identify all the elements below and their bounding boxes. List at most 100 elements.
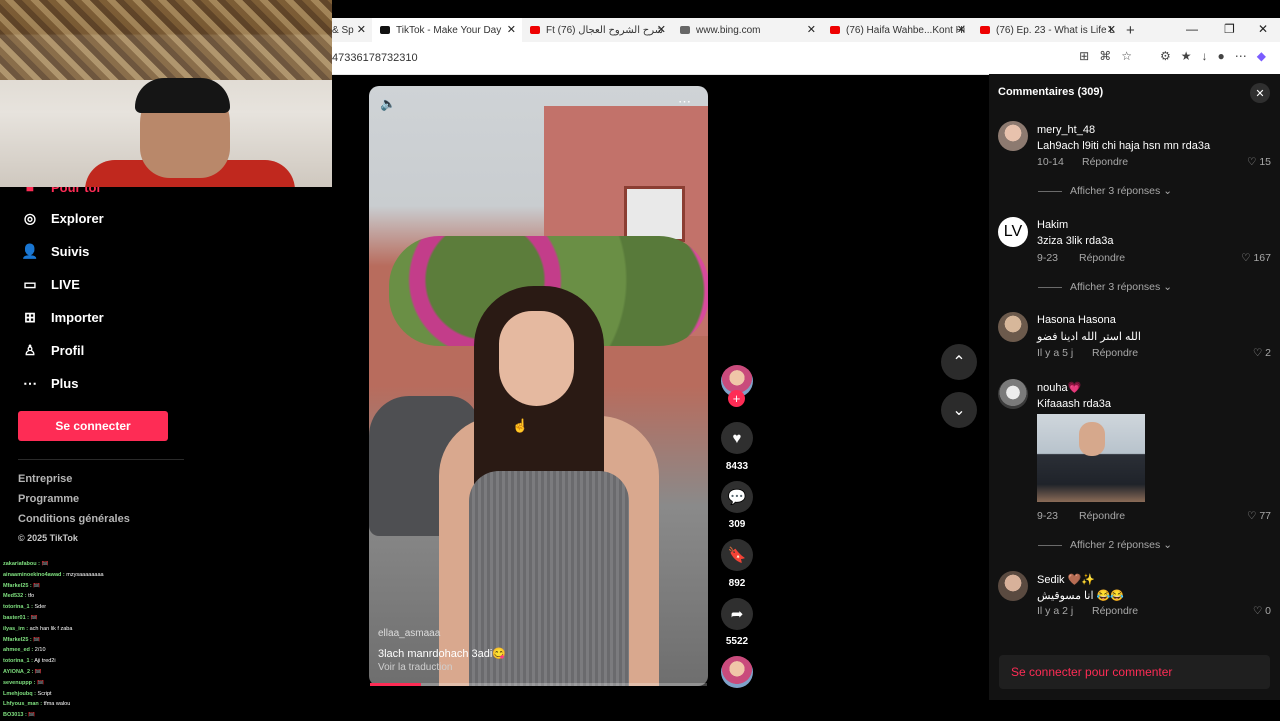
translate-link[interactable]: Voir la traduction bbox=[378, 662, 453, 673]
video-progress-bar[interactable] bbox=[370, 683, 707, 686]
volume-muted-icon[interactable]: 🔈 bbox=[380, 96, 396, 112]
like-count: 8433 bbox=[725, 461, 749, 472]
close-icon[interactable]: ✕ bbox=[1250, 83, 1270, 103]
tab-youtube-1-label: Ft شرح الشروح العجال (76) bbox=[546, 24, 664, 36]
video-window bbox=[624, 186, 685, 242]
more-menu-icon[interactable]: ⋯ bbox=[1235, 49, 1247, 63]
close-icon[interactable]: ✕ bbox=[357, 23, 366, 36]
sidebar-divider bbox=[18, 459, 184, 460]
heart-outline-icon: ♡ bbox=[1252, 347, 1263, 359]
comment-like[interactable]: ♡ 0 bbox=[1253, 605, 1271, 617]
comment-like-count: 2 bbox=[1265, 347, 1271, 359]
footer-link-program[interactable]: Programme bbox=[18, 493, 79, 505]
nav-live[interactable]: ▭ LIVE bbox=[22, 276, 80, 292]
comment-image[interactable] bbox=[1037, 414, 1145, 502]
tab-youtube-2-label: (76) Haifa Wahbe...Kont Hi bbox=[846, 24, 966, 36]
comment-avatar[interactable] bbox=[998, 571, 1028, 601]
comment-username[interactable]: mery_ht_48 bbox=[1037, 124, 1095, 136]
comment-avatar[interactable] bbox=[998, 312, 1028, 342]
next-video-chevron-down-icon[interactable]: ⌄ bbox=[941, 392, 977, 428]
show-replies-button[interactable]: Afficher 2 réponses ⌄ bbox=[1038, 539, 1172, 551]
nav-profile[interactable]: ♙ Profil bbox=[22, 342, 85, 358]
reply-link[interactable]: Répondre bbox=[1079, 252, 1125, 264]
app-grid-icon[interactable]: ⊞ bbox=[1079, 49, 1089, 63]
page-icon bbox=[680, 26, 690, 34]
tab-tiktok[interactable]: TikTok - Make Your Day ✕ bbox=[372, 18, 522, 42]
comment-avatar[interactable] bbox=[998, 379, 1028, 409]
heart-outline-icon: ♡ bbox=[1246, 156, 1257, 168]
tiktok-sidebar: ■ Pour toi ◎ Explorer 👤 Suivis ▭ LIVE ⊞ … bbox=[0, 179, 332, 721]
stream-chat-overlay: zakariafabou : 🥅 ainaaminoekino4awad : m… bbox=[3, 559, 183, 721]
close-icon[interactable]: ✕ bbox=[657, 23, 666, 36]
comment-username[interactable]: Sedik 🤎✨ bbox=[1037, 573, 1095, 586]
copilot-icon[interactable]: ◆ bbox=[1257, 49, 1266, 63]
nav-more[interactable]: ⋯ Plus bbox=[22, 375, 78, 391]
close-icon[interactable]: ✕ bbox=[807, 23, 816, 36]
translate-icon[interactable]: ⌘ bbox=[1099, 49, 1111, 63]
tab-bing[interactable]: www.bing.com ✕ bbox=[672, 18, 822, 42]
chevron-down-icon: ⌄ bbox=[1163, 539, 1173, 551]
nav-upload[interactable]: ⊞ Importer bbox=[22, 309, 104, 325]
video-player[interactable] bbox=[369, 86, 708, 686]
reply-link[interactable]: Répondre bbox=[1092, 347, 1138, 359]
nav-following[interactable]: 👤 Suivis bbox=[21, 243, 89, 259]
tab-youtube-1[interactable]: Ft شرح الشروح العجال (76) ✕ bbox=[522, 18, 672, 42]
reply-link[interactable]: Répondre bbox=[1079, 510, 1125, 522]
comment-bubble-icon[interactable]: 💬 bbox=[721, 481, 753, 513]
comment-date: Il y a 2 j bbox=[1037, 605, 1074, 617]
tab-youtube-2[interactable]: (76) Haifa Wahbe...Kont Hi ✕ bbox=[822, 18, 972, 42]
comment-text: انا مسوقيش 😂😂 bbox=[1037, 590, 1124, 602]
comment-like[interactable]: ♡ 2 bbox=[1253, 347, 1271, 359]
show-replies-button[interactable]: Afficher 3 réponses ⌄ bbox=[1038, 281, 1172, 293]
minimize-icon[interactable]: — bbox=[1186, 22, 1198, 36]
chat-line: Mfarkel25 : 🥅 bbox=[3, 636, 41, 643]
comment-username[interactable]: nouha💗 bbox=[1037, 381, 1081, 394]
previous-video-chevron-up-icon[interactable]: ⌃ bbox=[941, 344, 977, 380]
footer-link-company[interactable]: Entreprise bbox=[18, 473, 72, 485]
follow-plus-icon[interactable]: + bbox=[728, 390, 745, 407]
like-heart-icon[interactable]: ♥ bbox=[721, 422, 753, 454]
comment-avatar[interactable] bbox=[998, 121, 1028, 151]
extension-icon[interactable]: ⚙ bbox=[1160, 49, 1171, 63]
comment-avatar[interactable]: LV bbox=[998, 217, 1028, 247]
chat-line: baster01 : 🥅 bbox=[3, 614, 38, 621]
share-arrow-icon[interactable]: ➦ bbox=[721, 598, 753, 630]
reply-link[interactable]: Répondre bbox=[1082, 156, 1128, 168]
window-close-icon[interactable]: ✕ bbox=[1258, 22, 1268, 36]
close-icon[interactable]: ✕ bbox=[957, 23, 966, 36]
nav-live-label: LIVE bbox=[51, 276, 80, 292]
heart-outline-icon: ♡ bbox=[1241, 252, 1251, 264]
profile-avatar-icon[interactable]: ● bbox=[1218, 49, 1225, 63]
music-disc-avatar[interactable] bbox=[721, 656, 753, 688]
footer-link-terms[interactable]: Conditions générales bbox=[18, 513, 130, 525]
chat-line: ilyas_im : ach han lik f zaba bbox=[3, 625, 73, 632]
comment-like[interactable]: ♡ 15 bbox=[1247, 156, 1271, 168]
chat-line: totorina_1 : Sder bbox=[3, 604, 47, 611]
tab-youtube-3-label: (76) Ep. 23 - What is Life L bbox=[996, 24, 1115, 36]
reply-link[interactable]: Répondre bbox=[1092, 605, 1138, 617]
video-username[interactable]: ellaa_asmaaa bbox=[378, 628, 440, 639]
close-icon[interactable]: ✕ bbox=[507, 23, 516, 36]
show-replies-button[interactable]: Afficher 3 réponses ⌄ bbox=[1038, 185, 1172, 197]
comment-like[interactable]: ♡ 167 bbox=[1241, 252, 1271, 264]
favorite-star-icon[interactable]: ☆ bbox=[1121, 49, 1132, 63]
favorites-icon[interactable]: ★ bbox=[1181, 49, 1192, 63]
comment-username[interactable]: Hasona Hasona bbox=[1037, 314, 1116, 326]
new-tab-icon[interactable]: + bbox=[1126, 18, 1146, 42]
nav-explore[interactable]: ◎ Explorer bbox=[22, 210, 104, 226]
comment-username[interactable]: Hakim bbox=[1037, 219, 1068, 231]
download-icon[interactable]: ↓ bbox=[1202, 49, 1208, 63]
url-text[interactable]: 47336178732310 bbox=[332, 52, 418, 64]
tab-1[interactable]: & Sp ✕ bbox=[332, 18, 372, 42]
bookmark-icon[interactable]: 🔖 bbox=[721, 539, 753, 571]
tab-youtube-3[interactable]: (76) Ep. 23 - What is Life L ✕ bbox=[972, 18, 1122, 42]
comment-image-face bbox=[1079, 422, 1105, 456]
more-options-icon[interactable]: ⋯ bbox=[678, 94, 691, 110]
restore-icon[interactable]: ❐ bbox=[1224, 22, 1235, 36]
login-button[interactable]: Se connecter bbox=[18, 411, 168, 441]
close-icon[interactable]: ✕ bbox=[1107, 23, 1116, 36]
chat-line: ahmee_ed : 2/10 bbox=[3, 647, 46, 654]
login-to-comment-button[interactable]: Se connecter pour commenter bbox=[999, 655, 1270, 689]
chevron-down-icon: ⌄ bbox=[1163, 185, 1173, 197]
comment-like[interactable]: ♡ 77 bbox=[1247, 510, 1271, 522]
